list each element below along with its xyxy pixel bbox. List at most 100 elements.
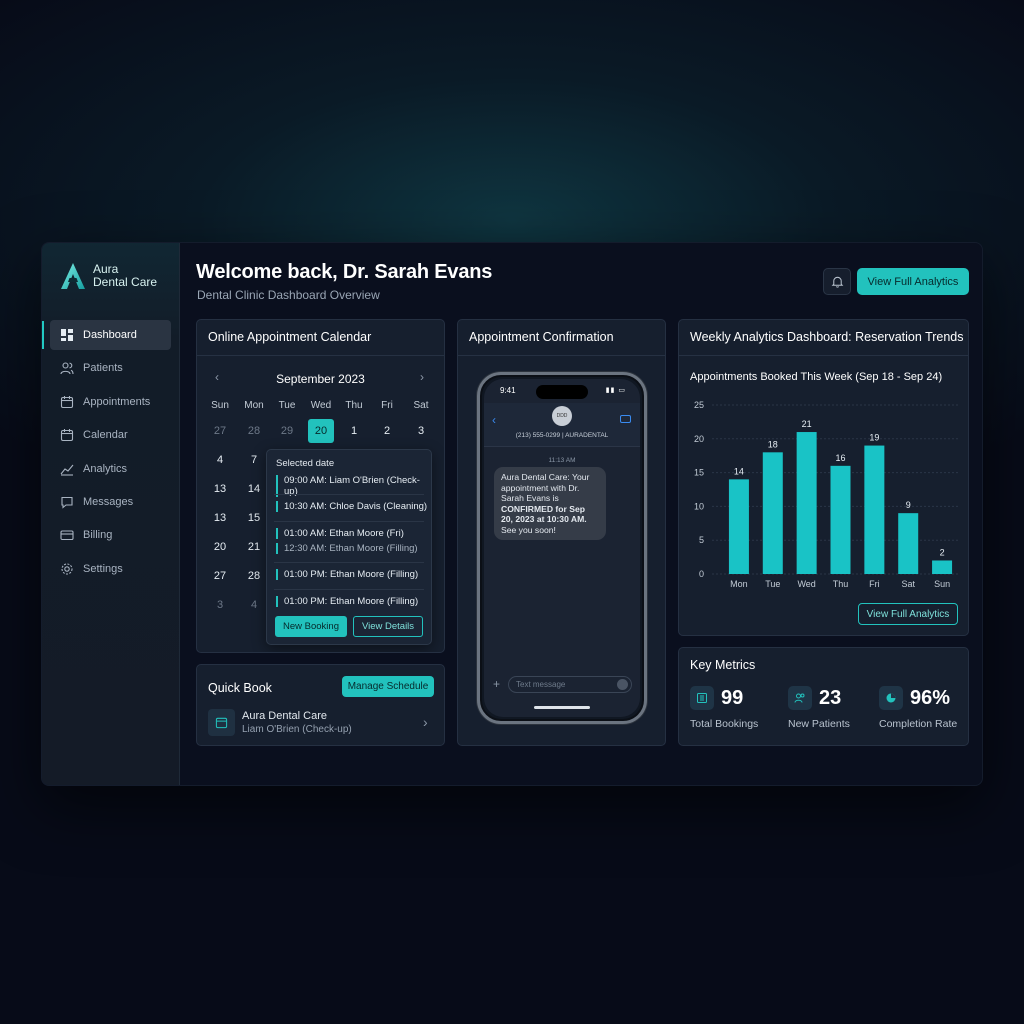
contact-name: (213) 555-0299 | AURADENTAL xyxy=(515,432,609,439)
sms-bubble: Aura Dental Care: Your appointment with … xyxy=(494,467,606,540)
metric-label: Completion Rate xyxy=(879,718,958,730)
app-window: Aura Dental Care Dashboard Patients Appo… xyxy=(41,242,983,786)
sidebar-item-patients[interactable]: Patients xyxy=(50,353,171,383)
chart-bar xyxy=(728,479,749,574)
dashboard-icon xyxy=(60,328,74,342)
y-tick-label: 15 xyxy=(694,468,704,478)
metric-value: 23 xyxy=(819,687,842,709)
calendar-day[interactable]: 2 xyxy=(374,419,400,443)
calendar-day[interactable]: 3 xyxy=(207,593,233,617)
sidebar-item-dashboard[interactable]: Dashboard xyxy=(42,320,171,350)
sidebar: Aura Dental Care Dashboard Patients Appo… xyxy=(42,243,180,785)
calendar-day[interactable]: 13 xyxy=(207,506,233,530)
calendar-day[interactable]: 4 xyxy=(241,593,267,617)
chart-bar xyxy=(898,513,919,574)
analytics-card-title: Weekly Analytics Dashboard: Reservation … xyxy=(690,330,964,344)
contact-avatar: DDD xyxy=(552,406,572,426)
chart-bar xyxy=(864,445,885,574)
time-slot[interactable]: 10:30 AM: Chloe Davis (Cleaning) xyxy=(276,501,427,512)
weekday-sun: Sun xyxy=(211,400,229,411)
sms-text: Aura Dental Care: Your appointment with … xyxy=(501,472,590,503)
back-arrow-icon[interactable]: ‹ xyxy=(492,413,496,427)
sidebar-item-label: Settings xyxy=(83,562,123,575)
view-full-analytics-button[interactable]: View Full Analytics xyxy=(857,268,969,295)
bar-value-label: 9 xyxy=(906,500,911,510)
metric-value: 96% xyxy=(910,687,951,709)
new-booking-button[interactable]: New Booking xyxy=(275,616,347,637)
calendar-day[interactable]: 20 xyxy=(207,535,233,559)
y-tick-label: 0 xyxy=(699,569,704,579)
calendar-day[interactable]: 15 xyxy=(241,506,267,530)
bar-value-label: 16 xyxy=(835,453,845,463)
aura-logo xyxy=(61,263,85,289)
x-tick-label: Wed xyxy=(797,579,815,589)
calendar-day-selected[interactable]: 20 xyxy=(308,419,334,443)
calendar-day[interactable]: 3 xyxy=(408,419,434,443)
sidebar-item-label: Dashboard xyxy=(83,329,137,341)
time-slot[interactable]: 01:00 PM: Ethan Moore (Filling) xyxy=(276,569,418,580)
text-message-input[interactable]: Text message xyxy=(508,676,632,693)
appointments-icon xyxy=(60,395,74,409)
calendar-day[interactable]: 29 xyxy=(274,419,300,443)
page-subtitle: Dental Clinic Dashboard Overview xyxy=(197,288,380,302)
page-title: Welcome back, Dr. Sarah Evans xyxy=(196,261,493,283)
calendar-day[interactable]: 4 xyxy=(207,448,233,472)
sidebar-item-settings[interactable]: Settings xyxy=(50,554,171,584)
analytics-icon xyxy=(60,462,74,476)
input-placeholder: Text message xyxy=(516,680,566,689)
notifications-button[interactable] xyxy=(823,268,851,295)
y-tick-label: 10 xyxy=(694,501,704,511)
calendar-day[interactable]: 13 xyxy=(207,477,233,501)
message-header: ‹ DDD (213) 555-0299 | AURADENTAL xyxy=(484,403,640,447)
weekday-tue: Tue xyxy=(278,400,296,411)
sidebar-item-label: Messages xyxy=(83,495,134,508)
sidebar-item-billing[interactable]: Billing xyxy=(50,520,171,550)
weekday-wed: Wed xyxy=(310,400,332,411)
calendar-day[interactable]: 7 xyxy=(241,448,267,472)
sidebar-item-calendar[interactable]: Calendar xyxy=(50,420,171,450)
calendar-day[interactable]: 27 xyxy=(207,419,233,443)
sidebar-item-appointments[interactable]: Appointments xyxy=(50,387,171,417)
chart-bar xyxy=(932,560,953,574)
calendar-day[interactable]: 14 xyxy=(241,477,267,501)
weekly-analytics-card: Weekly Analytics Dashboard: Reservation … xyxy=(678,319,969,636)
status-icons: ▮▮ ▭ xyxy=(605,387,626,394)
view-details-button[interactable]: View Details xyxy=(353,616,423,637)
calendar-day[interactable]: 28 xyxy=(241,419,267,443)
manage-schedule-button[interactable]: Manage Schedule xyxy=(342,676,434,697)
appointment-calendar-card: Online Appointment Calendar ‹ › Septembe… xyxy=(196,319,445,653)
brand: Aura Dental Care xyxy=(59,261,157,291)
chart-bar xyxy=(796,432,817,574)
video-call-icon[interactable] xyxy=(620,415,631,423)
bar-value-label: 19 xyxy=(869,433,879,443)
chevron-right-icon[interactable]: › xyxy=(423,714,428,730)
plus-icon[interactable]: + xyxy=(493,677,500,691)
dynamic-island xyxy=(536,385,588,399)
time-slot[interactable]: 01:00 AM: Ethan Moore (Fri) xyxy=(276,528,404,539)
calendar-day[interactable]: 28 xyxy=(241,564,267,588)
view-full-analytics-chart-button[interactable]: View Full Analytics xyxy=(858,603,958,625)
sms-text-tail: See you soon! xyxy=(501,524,556,535)
sidebar-item-messages[interactable]: Messages xyxy=(50,487,171,517)
sidebar-item-analytics[interactable]: Analytics xyxy=(50,454,171,484)
sidebar-item-label: Patients xyxy=(83,362,123,375)
divider xyxy=(197,355,444,356)
confirmation-card-title: Appointment Confirmation xyxy=(469,330,614,344)
phone-mockup: 9:41 ▮▮ ▭ ‹ DDD (213) 555-0299 | AURADEN… xyxy=(477,372,647,724)
calendar-day[interactable]: 1 xyxy=(341,419,367,443)
calendar-day[interactable]: 21 xyxy=(241,535,267,559)
time-slot[interactable]: 01:00 PM: Ethan Moore (Filling) xyxy=(276,596,418,607)
bar-value-label: 14 xyxy=(734,466,744,476)
time-slot[interactable]: 12:30 AM: Ethan Moore (Filling) xyxy=(276,543,418,554)
send-icon[interactable] xyxy=(617,679,628,690)
divider xyxy=(274,521,424,522)
quick-book-item-name[interactable]: Aura Dental Care xyxy=(242,710,327,722)
home-indicator xyxy=(534,706,590,709)
weekday-sat: Sat xyxy=(413,400,429,411)
appointment-confirmation-card: Appointment Confirmation 9:41 ▮▮ ▭ ‹ DDD… xyxy=(457,319,666,746)
chart-bar xyxy=(830,465,851,574)
y-tick-label: 25 xyxy=(694,400,704,410)
calendar-day[interactable]: 27 xyxy=(207,564,233,588)
x-tick-label: Fri xyxy=(869,579,880,589)
completion-icon xyxy=(879,686,903,710)
